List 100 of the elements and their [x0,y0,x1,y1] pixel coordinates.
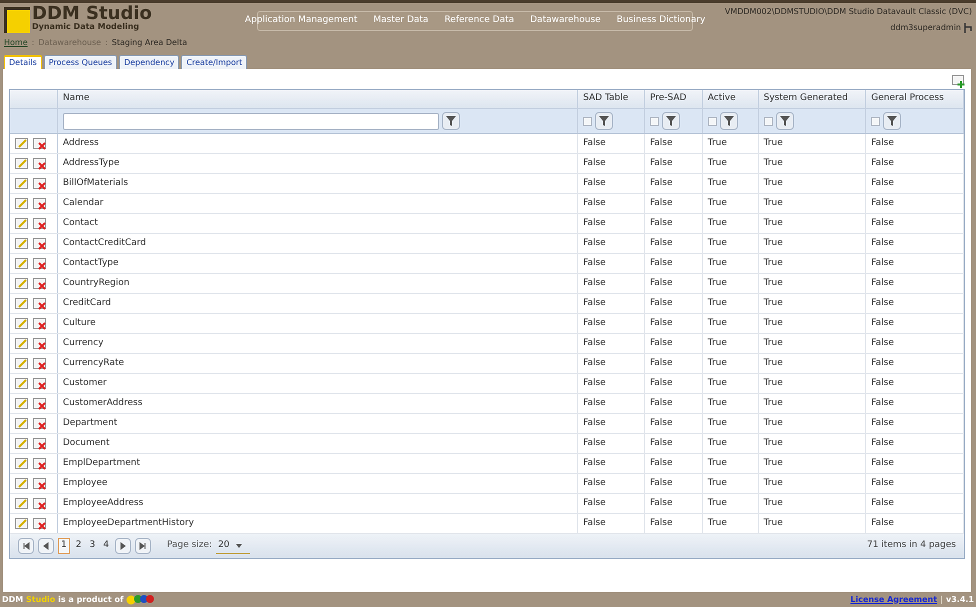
edit-icon[interactable] [15,398,29,410]
edit-icon[interactable] [15,358,29,370]
table-cell-text: True [708,256,727,270]
edit-icon[interactable] [15,278,29,290]
last-page-button[interactable] [134,538,151,554]
delete-icon[interactable] [33,378,47,390]
delete-icon[interactable] [33,518,47,530]
delete-icon[interactable] [33,418,47,430]
pager-summary: 71 items in 4 pages [866,539,956,552]
edit-icon[interactable] [15,218,29,230]
edit-icon[interactable] [15,138,29,150]
table-cell-text: Employee [62,476,108,490]
edit-icon[interactable] [15,378,29,390]
name-filter-field[interactable] [62,112,439,130]
delete-icon[interactable] [33,298,47,310]
delete-icon[interactable] [33,238,47,250]
delete-icon[interactable] [33,318,47,330]
table-cell-text: Department [62,416,118,430]
edit-icon[interactable] [15,418,29,430]
add-icon[interactable] [952,75,965,88]
delete-icon[interactable] [33,478,47,490]
filter-button[interactable] [776,112,794,130]
table-cell-text: False [650,376,673,390]
edit-icon[interactable] [15,158,29,170]
table-cell-text: False [650,496,673,510]
delete-icon[interactable] [33,358,47,370]
table-cell-text: ContactCreditCard [62,236,146,250]
filter-button[interactable] [442,112,460,130]
delete-icon[interactable] [33,258,47,270]
delete-icon[interactable] [33,398,47,410]
table-cell-text: True [708,396,727,410]
column-header[interactable]: Pre-SAD [650,92,686,106]
column-header[interactable]: Name [62,92,90,106]
delete-icon[interactable] [33,278,47,290]
edit-icon[interactable] [15,318,29,330]
edit-icon[interactable] [15,458,29,470]
delete-icon[interactable] [33,218,47,230]
column-header[interactable]: System Generated [764,92,848,106]
filter-button[interactable] [883,112,902,130]
filter-checkbox[interactable] [583,116,592,126]
table-cell-text: False [650,336,673,350]
page-link[interactable]: 4 [101,539,111,553]
delete-icon[interactable] [33,458,47,470]
table-cell-text: True [708,156,727,170]
edit-icon[interactable] [15,198,29,210]
filter-checkbox[interactable] [764,116,773,126]
filter-button[interactable] [595,112,614,130]
delete-icon[interactable] [33,498,47,510]
delete-icon[interactable] [33,338,47,350]
filter-checkbox[interactable] [871,116,880,126]
table-cell-text: True [708,356,727,370]
triangle-icon [118,541,128,551]
page-size-select[interactable]: 20 [216,538,250,554]
funnel-icon [446,116,456,126]
edit-icon[interactable] [15,338,29,350]
logo-icon [4,7,30,33]
tab[interactable]: Dependency [119,55,180,69]
table-cell-text: False [650,396,673,410]
filter-button[interactable] [662,112,680,130]
tab[interactable]: Create/Import [181,55,248,69]
table-cell-text: False [871,416,894,430]
funnel-icon [780,116,790,126]
table-cell-text: False [871,196,894,210]
edit-icon[interactable] [15,298,29,310]
edit-icon[interactable] [15,498,29,510]
table-cell-text: CurrencyRate [62,356,124,370]
page-link[interactable]: 2 [74,539,84,553]
table-cell-text: False [871,436,894,450]
delete-icon[interactable] [33,438,47,450]
table-cell-text: False [583,196,606,210]
edit-icon[interactable] [15,518,29,530]
logo-title: DDM Studio [32,5,152,23]
edit-icon[interactable] [15,258,29,270]
delete-icon[interactable] [33,138,47,150]
page-link[interactable]: 1 [58,538,70,554]
column-header[interactable]: SAD Table [583,92,628,106]
table-cell-text: True [764,396,783,410]
table-cell-text: True [708,296,727,310]
tab[interactable]: Details [4,55,42,69]
filter-button[interactable] [720,112,738,130]
edit-icon[interactable] [15,438,29,450]
delete-icon[interactable] [33,178,47,190]
edit-icon[interactable] [15,178,29,190]
table-cell-text: False [583,416,606,430]
first-page-button[interactable] [18,538,34,554]
filter-checkbox[interactable] [650,116,659,126]
page-link[interactable]: 3 [87,539,98,553]
table-cell-text: True [764,216,783,230]
edit-icon[interactable] [15,238,29,250]
delete-icon[interactable] [33,198,47,210]
tab[interactable]: Process Queues [44,55,118,69]
delete-icon[interactable] [33,158,47,170]
edit-icon[interactable] [15,478,29,490]
column-header[interactable]: Active [708,92,736,106]
previous-page-button[interactable] [38,538,54,554]
column-header[interactable]: General Process [871,92,944,106]
filter-checkbox[interactable] [708,116,717,126]
table-cell-text: False [650,436,673,450]
next-page-button[interactable] [114,538,131,554]
table-cell-text: False [583,356,606,370]
